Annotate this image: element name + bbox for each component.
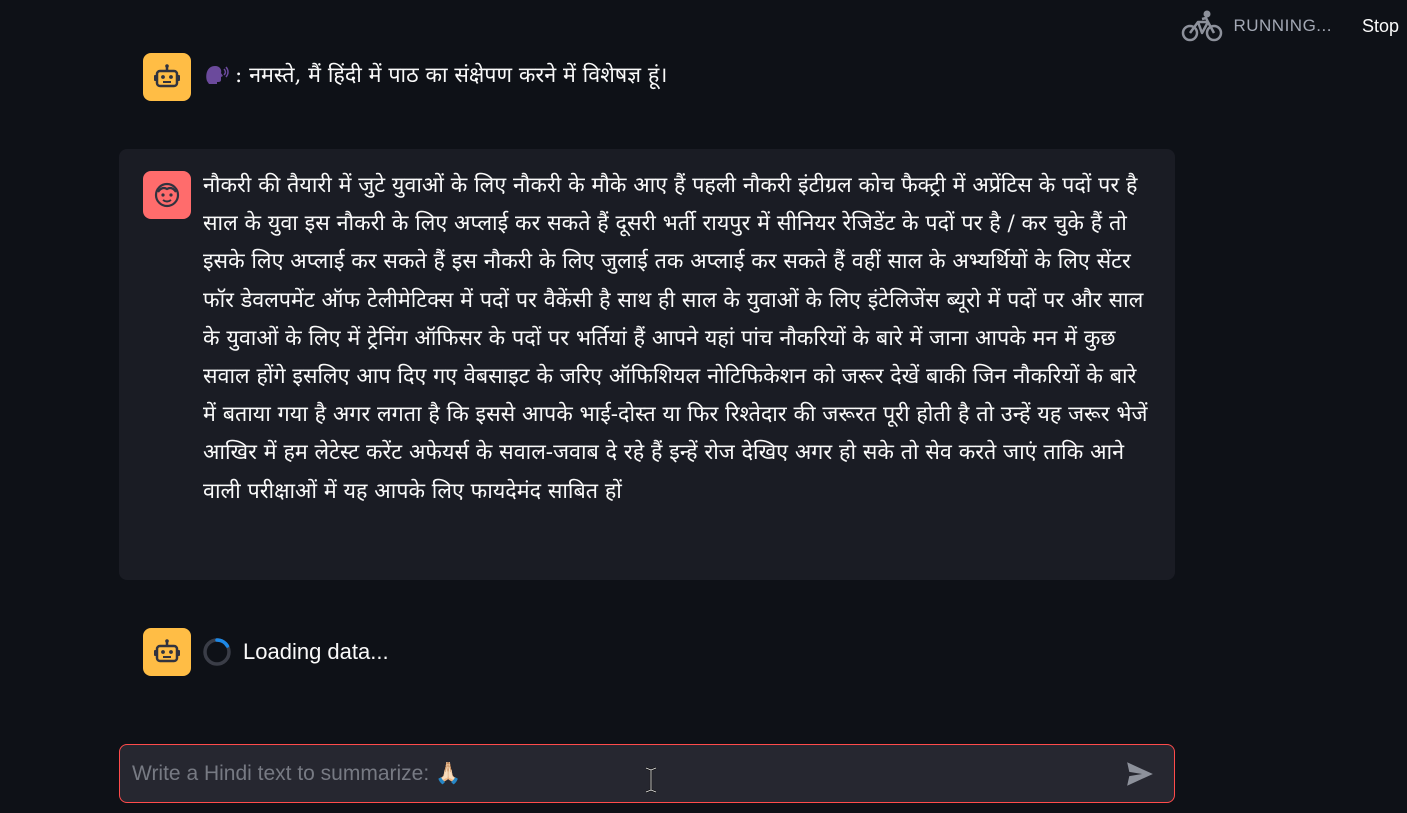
chat-input[interactable] (120, 745, 1120, 802)
chat-message-assistant-loading: Loading data... (119, 628, 1175, 676)
speaking-head-icon (206, 66, 229, 84)
send-button[interactable] (1120, 754, 1160, 794)
message-text: : नमस्ते, मैं हिंदी में पाठ का संक्षेपण … (203, 53, 667, 99)
user-avatar (143, 171, 191, 219)
smiley-face-icon (154, 182, 180, 208)
bot-avatar (143, 53, 191, 101)
greeting-text: : नमस्ते, मैं हिंदी में पाठ का संक्षेपण … (235, 63, 668, 88)
bicycle-icon (1182, 10, 1223, 42)
loading-spinner-icon (203, 638, 231, 666)
loading-text: Loading data... (243, 639, 389, 664)
robot-icon (154, 639, 180, 663)
stop-button[interactable]: Stop (1362, 16, 1399, 37)
chat-message-user: नौकरी की तैयारी में जुटे युवाओं के लिए न… (119, 149, 1175, 580)
running-label: RUNNING... (1233, 16, 1332, 35)
user-message-text: नौकरी की तैयारी में जुटे युवाओं के लिए न… (203, 173, 1148, 504)
chat-message-assistant: : नमस्ते, मैं हिंदी में पाठ का संक्षेपण … (119, 53, 1175, 101)
robot-icon (154, 64, 180, 88)
send-icon (1127, 761, 1153, 786)
text-cursor-icon (645, 766, 657, 794)
chat-app: RUNNING... Stop : नमस्ते, मैं हिंदी में … (0, 0, 1407, 813)
running-status: RUNNING... Stop (1181, 8, 1407, 44)
bot-avatar (143, 628, 191, 676)
